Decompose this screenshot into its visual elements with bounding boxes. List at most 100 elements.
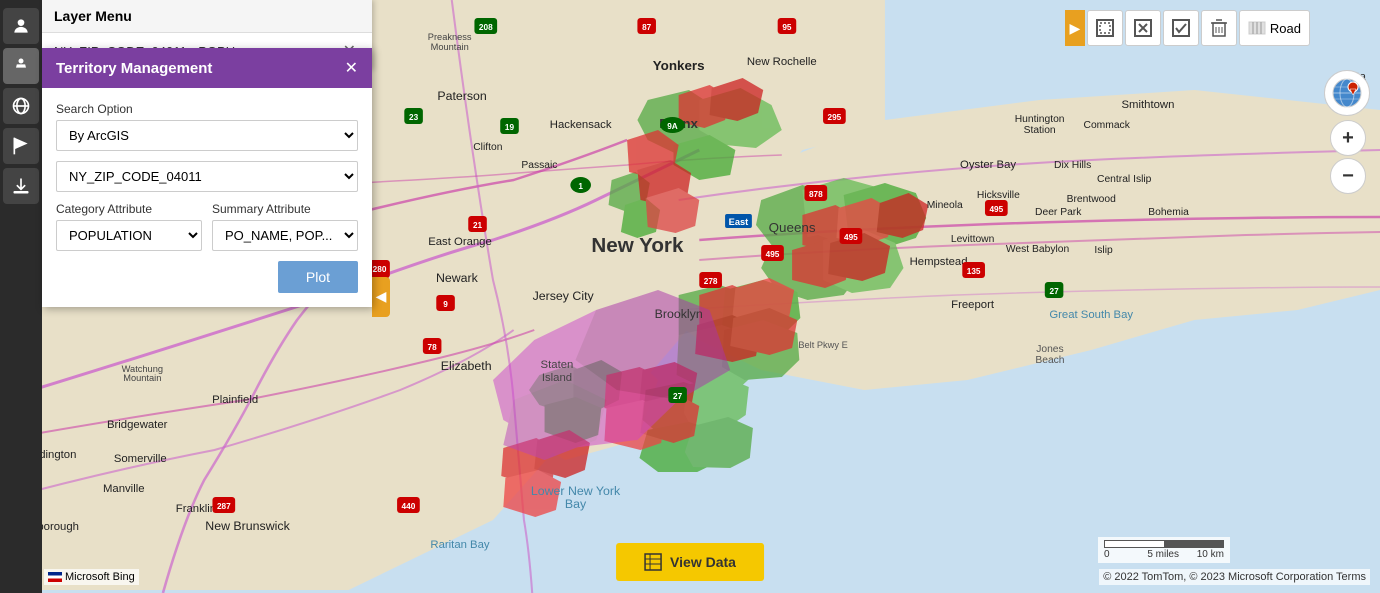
svg-text:New Brunswick: New Brunswick	[205, 519, 290, 533]
expand-arrow-btn[interactable]: ▶	[1065, 10, 1085, 46]
svg-text:23: 23	[409, 113, 419, 122]
svg-text:78: 78	[428, 343, 438, 352]
bing-logo: Microsoft Bing	[44, 569, 139, 585]
globe-locator-btn[interactable]	[1324, 70, 1370, 116]
sidebar-btn-layers[interactable]	[3, 88, 39, 124]
svg-text:87: 87	[642, 23, 652, 32]
summary-attribute-col: Summary Attribute PO_NAME, POP...	[212, 202, 358, 251]
svg-text:Smithtown: Smithtown	[1121, 99, 1174, 111]
summary-attribute-label: Summary Attribute	[212, 202, 358, 216]
svg-text:280: 280	[373, 265, 387, 274]
summary-attribute-select[interactable]: PO_NAME, POP...	[212, 220, 358, 251]
svg-text:495: 495	[766, 250, 780, 259]
svg-text:Mineola: Mineola	[927, 200, 963, 211]
territory-panel: Territory Management ✕ Search Option By …	[42, 48, 372, 307]
svg-text:West Babylon: West Babylon	[1006, 244, 1069, 255]
table-icon	[644, 553, 662, 571]
svg-text:Mountain: Mountain	[431, 42, 469, 52]
svg-text:27: 27	[673, 392, 683, 401]
select-tool-btn[interactable]	[1087, 10, 1123, 46]
search-option-row: Search Option By ArcGIS By Layer	[56, 102, 358, 151]
bing-label: Microsoft Bing	[65, 571, 135, 583]
svg-text:Hackensack: Hackensack	[550, 119, 612, 131]
zoom-out-btn[interactable]: −	[1330, 158, 1366, 194]
check-btn[interactable]	[1163, 10, 1199, 46]
svg-text:19: 19	[505, 123, 515, 132]
svg-text:Staten: Staten	[541, 359, 574, 371]
territory-panel-title: Territory Management	[56, 60, 212, 77]
svg-text:278: 278	[704, 277, 718, 286]
layer-menu-header: Layer Menu	[42, 0, 372, 33]
layer-select[interactable]: NY_ZIP_CODE_04011	[56, 161, 358, 192]
svg-text:Paterson: Paterson	[437, 89, 486, 103]
svg-text:295: 295	[828, 113, 842, 122]
svg-text:Clifton: Clifton	[473, 142, 502, 153]
zoom-controls: + −	[1330, 120, 1366, 194]
view-data-button[interactable]: View Data	[616, 543, 764, 581]
svg-text:1: 1	[578, 182, 583, 191]
svg-text:495: 495	[844, 233, 858, 242]
sidebar-btn-download[interactable]	[3, 168, 39, 204]
svg-text:Raritan Bay: Raritan Bay	[430, 539, 490, 551]
svg-text:Belt Pkwy E: Belt Pkwy E	[798, 340, 847, 350]
svg-text:Franklin: Franklin	[176, 503, 216, 515]
zoom-in-btn[interactable]: +	[1330, 120, 1366, 156]
svg-text:9A: 9A	[667, 122, 678, 131]
category-attribute-col: Category Attribute POPULATION	[56, 202, 202, 251]
svg-text:Station: Station	[1024, 125, 1056, 136]
territory-panel-close[interactable]: ✕	[345, 58, 358, 78]
svg-text:East Orange: East Orange	[428, 236, 492, 248]
svg-text:495: 495	[989, 205, 1003, 214]
svg-text:Jones: Jones	[1036, 344, 1063, 355]
svg-text:Brentwood: Brentwood	[1067, 194, 1116, 205]
svg-text:Queens: Queens	[769, 220, 816, 235]
svg-text:Jersey City: Jersey City	[533, 289, 595, 303]
sidebar-btn-person[interactable]	[3, 48, 39, 84]
svg-text:Bay: Bay	[565, 497, 587, 511]
svg-text:9: 9	[443, 300, 448, 309]
sidebar-btn-flag[interactable]	[3, 128, 39, 164]
scale-miles: 0	[1104, 549, 1110, 560]
svg-text:Huntington: Huntington	[1015, 114, 1065, 125]
collapse-arrow-left[interactable]: ◀	[372, 277, 390, 317]
category-attribute-label: Category Attribute	[56, 202, 202, 216]
search-option-label: Search Option	[56, 102, 358, 116]
svg-text:Freeport: Freeport	[951, 299, 995, 311]
svg-text:Islip: Islip	[1094, 245, 1113, 256]
plot-btn-row: Plot	[56, 261, 358, 293]
svg-text:Plainfield: Plainfield	[212, 394, 258, 406]
svg-text:Somerville: Somerville	[114, 453, 167, 465]
layer-menu-title: Layer Menu	[54, 8, 132, 24]
svg-text:Brooklyn: Brooklyn	[655, 307, 703, 321]
road-label-btn[interactable]: Road	[1239, 10, 1310, 46]
svg-text:Commack: Commack	[1084, 120, 1131, 131]
svg-text:Yonkers: Yonkers	[653, 58, 705, 73]
svg-text:Newark: Newark	[436, 271, 479, 285]
svg-text:Hempstead: Hempstead	[910, 256, 968, 268]
top-right-toolbar: ▶	[1065, 10, 1310, 46]
layer-select-row: NY_ZIP_CODE_04011	[56, 161, 358, 192]
svg-text:Beach: Beach	[1035, 355, 1064, 366]
svg-text:Central Islip: Central Islip	[1097, 174, 1152, 185]
svg-text:Island: Island	[542, 372, 572, 384]
clear-selection-btn[interactable]	[1125, 10, 1161, 46]
svg-text:Deer Park: Deer Park	[1035, 207, 1082, 218]
sidebar-btn-user[interactable]	[3, 8, 39, 44]
delete-btn[interactable]	[1201, 10, 1237, 46]
search-option-select[interactable]: By ArcGIS By Layer	[56, 120, 358, 151]
svg-text:Bohemia: Bohemia	[1148, 207, 1189, 218]
sidebar	[0, 0, 42, 593]
svg-text:Preakness: Preakness	[428, 32, 472, 42]
svg-text:New York: New York	[591, 235, 684, 257]
view-data-label: View Data	[670, 554, 736, 570]
svg-text:Great South Bay: Great South Bay	[1049, 309, 1133, 321]
svg-text:878: 878	[809, 190, 823, 199]
category-attribute-select[interactable]: POPULATION	[56, 220, 202, 251]
plot-button[interactable]: Plot	[278, 261, 358, 293]
territory-body: Search Option By ArcGIS By Layer NY_ZIP_…	[42, 88, 372, 307]
svg-text:Oyster Bay: Oyster Bay	[960, 159, 1016, 171]
svg-text:Levittown: Levittown	[951, 234, 995, 245]
svg-text:440: 440	[402, 502, 416, 511]
svg-text:208: 208	[479, 23, 493, 32]
scale-bar: 0 5 miles 10 km	[1098, 537, 1230, 563]
